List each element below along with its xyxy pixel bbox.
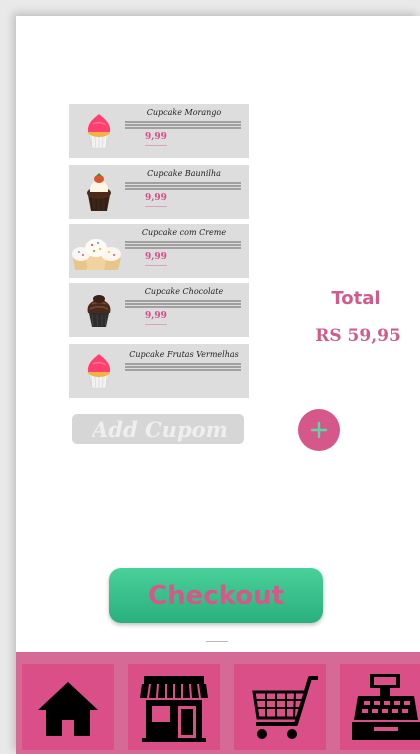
price-underline — [145, 206, 167, 207]
product-name: Cupcake Morango — [146, 108, 222, 117]
cart-item[interactable]: Cupcake Morango 9,99 — [69, 104, 249, 158]
plus-icon — [310, 421, 328, 439]
nav-tab-store[interactable] — [128, 664, 220, 750]
device-frame: Cupcake Morango 9,99 Cupcake Baunilha 9,… — [0, 0, 420, 754]
product-name: Cupcake com Creme — [141, 228, 227, 237]
cart-item[interactable]: Cupcake com Creme 9,99 — [69, 224, 249, 278]
product-description-placeholder — [125, 362, 241, 374]
product-name: Cupcake Frutas Vermelhas — [129, 350, 239, 359]
product-name: Cupcake Chocolate — [144, 287, 224, 296]
product-price: 9,99 — [145, 252, 167, 262]
total-value: RS 59,95 — [315, 326, 401, 346]
bottom-nav — [16, 652, 420, 754]
home-icon — [38, 682, 98, 736]
cart-item[interactable]: Cupcake Baunilha 9,99 — [69, 165, 249, 219]
app-screen: Cupcake Morango 9,99 Cupcake Baunilha 9,… — [16, 16, 420, 754]
product-description-placeholder — [125, 181, 241, 193]
price-underline — [145, 324, 167, 325]
product-description-placeholder — [125, 299, 241, 311]
total-label: Total — [331, 288, 381, 309]
price-underline — [145, 265, 167, 266]
cart-icon — [252, 676, 318, 739]
product-description-placeholder — [125, 240, 241, 252]
cash-register-icon — [352, 674, 420, 740]
price-underline — [145, 145, 167, 146]
pink-frosting-cupcake-image — [87, 354, 111, 389]
product-name: Cupcake Baunilha — [147, 169, 221, 178]
product-price: 9,99 — [145, 311, 167, 321]
product-price: 9,99 — [145, 132, 167, 142]
store-icon — [140, 676, 208, 742]
coupon-input[interactable] — [72, 414, 244, 444]
pink-frosting-cupcake-image — [87, 114, 111, 149]
cart-item[interactable]: Cupcake Frutas Vermelhas — [69, 344, 249, 398]
add-coupon-button[interactable] — [298, 409, 340, 451]
product-description-placeholder — [125, 120, 241, 132]
product-price: 9,99 — [145, 193, 167, 203]
chocolate-cupcake-with-cream-image — [87, 173, 111, 211]
chocolate-swirl-cupcake-image — [87, 295, 111, 327]
nav-tab-home[interactable] — [22, 664, 114, 750]
footnote-mark — [206, 641, 228, 642]
nav-tab-cash-register[interactable] — [340, 664, 420, 750]
nav-tab-cart[interactable] — [234, 664, 326, 750]
checkout-button[interactable]: Checkout — [109, 568, 323, 623]
cream-sprinkle-cupcakes-image — [72, 239, 121, 270]
cart-item[interactable]: Cupcake Chocolate 9,99 — [69, 283, 249, 337]
